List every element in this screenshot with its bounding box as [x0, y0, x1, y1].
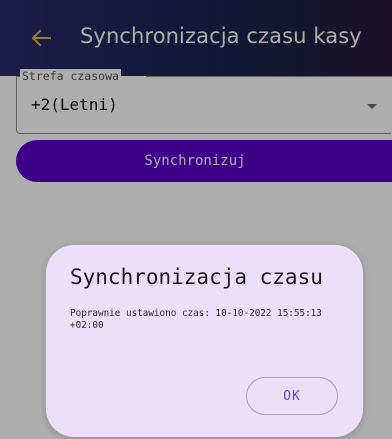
ok-button-label: OK — [283, 388, 301, 404]
dialog-message: Poprawnie ustawiono czas: 10-10-2022 15:… — [70, 308, 322, 331]
ok-button[interactable]: OK — [246, 377, 338, 415]
screen: Synchronizacja czasu kasy Strefa czasowa… — [0, 0, 392, 439]
dialog-title: Synchronizacja czasu — [70, 265, 323, 289]
sync-result-dialog: Synchronizacja czasu Poprawnie ustawiono… — [46, 245, 363, 437]
